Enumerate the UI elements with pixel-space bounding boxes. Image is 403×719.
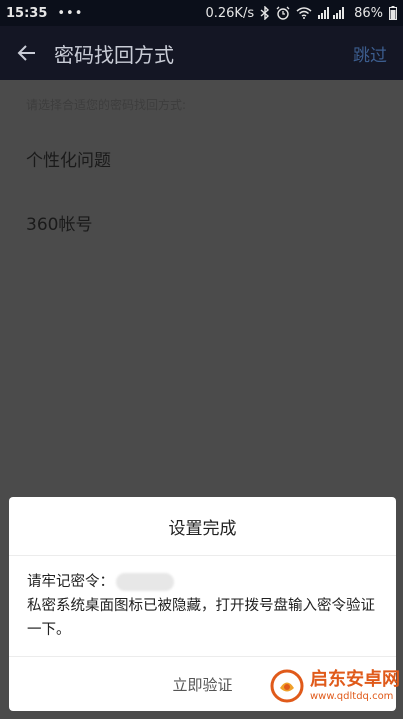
watermark: 启东安卓网 www.qdltdq.com [262,653,403,719]
option-personal-question[interactable]: 个性化问题 [26,146,111,171]
alarm-icon [276,6,290,20]
password-prefix: 请牢记密令： [27,574,114,590]
status-right: 0.26K/s 86% [205,6,397,21]
back-arrow-icon [17,45,35,61]
dialog-title: 设置完成 [9,497,396,556]
password-row: 请牢记密令： [27,570,378,594]
password-mask [116,573,174,591]
watermark-url: www.qdltdq.com [310,690,394,702]
battery-percent: 86% [354,5,383,21]
dialog-body: 请牢记密令： 私密系统桌面图标已被隐藏，打开拨号盘输入密令验证一下。 [9,556,396,642]
watermark-name: 启东安卓网 [310,668,400,690]
watermark-text: 启东安卓网 www.qdltdq.com [310,668,400,702]
watermark-logo-icon [270,669,304,703]
verify-now-button[interactable]: 立即验证 [172,674,232,695]
page-title: 密码找回方式 [54,42,174,67]
bluetooth-icon [260,6,270,20]
back-button[interactable] [0,26,54,80]
menu-dots-icon: ••• [57,5,84,21]
option-360-account[interactable]: 360帐号 [26,210,92,235]
hint-text: 请选择合适您的密码找回方式: [26,98,187,112]
battery-icon [389,6,397,20]
signal-icon [318,7,348,19]
wifi-icon [296,7,312,19]
status-bar: 15:35 ••• 0.26K/s 86% [0,0,403,26]
skip-button[interactable]: 跳过 [353,41,387,66]
network-speed: 0.26K/s [205,5,255,21]
status-time: 15:35 [6,5,48,21]
app-bar: 密码找回方式 跳过 [0,26,403,80]
dialog-message: 私密系统桌面图标已被隐藏，打开拨号盘输入密令验证一下。 [27,598,375,638]
